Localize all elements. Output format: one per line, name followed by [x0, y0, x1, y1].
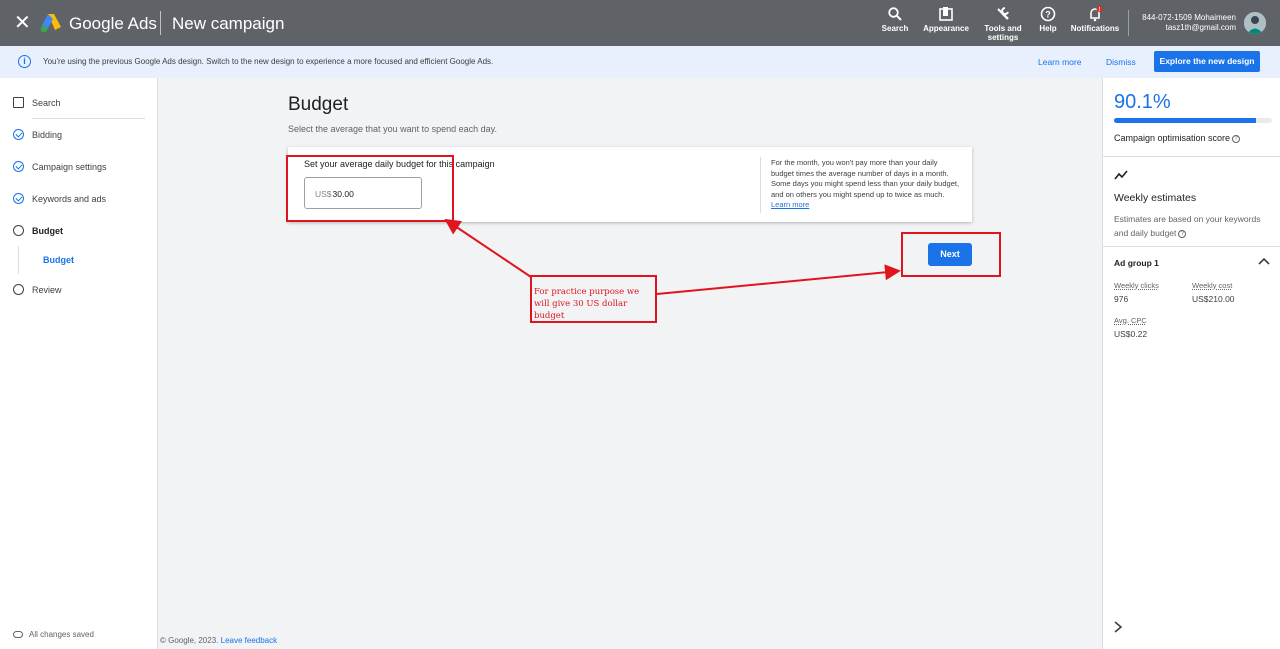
weekly-cost-value: US$210.00	[1192, 294, 1235, 304]
trend-icon	[1114, 170, 1128, 180]
close-icon[interactable]: ✕	[14, 13, 31, 33]
page-name: New campaign	[172, 14, 285, 33]
nav-item-label: Campaign settings	[32, 161, 107, 172]
nav-item-campaign-settings[interactable]: Campaign settings	[13, 161, 107, 172]
account-email: tasz1th@gmail.com	[1165, 23, 1236, 32]
account-id: 844-072-1509 Mohaimeen	[1142, 13, 1236, 22]
notifications-button[interactable]: ! Notifications	[1069, 6, 1121, 33]
help-circle-icon[interactable]: ?	[1178, 230, 1187, 238]
divider	[32, 118, 145, 119]
score-label-text: Campaign optimisation score	[1114, 133, 1231, 143]
nav-item-label: Review	[32, 284, 62, 295]
arrow-to-next	[656, 264, 901, 295]
page-subtitle: Select the average that you want to spen…	[288, 124, 497, 134]
learn-more-link[interactable]: Learn more	[1038, 57, 1081, 67]
help-label: Help	[1039, 24, 1057, 33]
weekly-estimates-title: Weekly estimates	[1114, 192, 1197, 204]
chevron-up-icon[interactable]	[1257, 256, 1271, 266]
estimates-panel: 90.1% Campaign optimisation score? Weekl…	[1102, 78, 1280, 649]
nav-item-label: Keywords and ads	[32, 193, 107, 204]
check-circle-icon	[13, 193, 24, 204]
nav-item-budget[interactable]: Budget	[13, 225, 63, 236]
cloud-icon	[13, 631, 23, 638]
google-ads-logo-icon	[40, 14, 61, 33]
check-circle-icon	[13, 161, 24, 172]
score-progress-bar	[1114, 118, 1272, 123]
top-bar: ✕ Google Ads New campaign Search Appeara…	[0, 0, 1280, 46]
arrow-to-budget	[444, 218, 532, 278]
weekly-estimates-desc: Estimates are based on your keywords and…	[1114, 212, 1264, 240]
info-icon: i	[18, 55, 31, 68]
copyright: © Google, 2023.	[160, 636, 219, 645]
budget-help-text: For the month, you won't pay more than y…	[771, 158, 961, 211]
divider	[1128, 10, 1129, 36]
save-status: All changes saved	[13, 630, 94, 639]
annotation-note: For practice purpose we will give 30 US …	[530, 275, 657, 323]
avatar[interactable]	[1244, 12, 1266, 34]
svg-text:?: ?	[1045, 10, 1051, 20]
divider	[1103, 246, 1280, 247]
score-progress-fill	[1114, 118, 1257, 123]
campaign-steps-nav: Search Bidding Campaign settings Keyword…	[0, 78, 158, 649]
brand-name: Google Ads	[69, 14, 157, 33]
divider	[18, 246, 19, 274]
chevron-right-icon[interactable]	[1111, 620, 1125, 634]
annotation-arrows	[444, 218, 901, 295]
account-info[interactable]: 844-072-1509 Mohaimeen tasz1th@gmail.com	[1142, 13, 1236, 33]
optimisation-score: 90.1%	[1114, 91, 1171, 113]
avg-cpc-value: US$0.22	[1114, 329, 1148, 339]
help-icon: ?	[1040, 6, 1056, 22]
nav-item-label: Budget	[32, 225, 63, 236]
appearance-button[interactable]: Appearance	[921, 6, 971, 33]
search-label: Search	[881, 24, 909, 33]
score-label[interactable]: Campaign optimisation score?	[1114, 133, 1241, 143]
divider	[760, 157, 761, 213]
search-icon	[888, 7, 902, 21]
nav-item-review[interactable]: Review	[13, 284, 62, 295]
design-notice-bar: i You're using the previous Google Ads d…	[0, 46, 1280, 78]
dismiss-button[interactable]: Dismiss	[1106, 57, 1136, 67]
nav-subitem-budget[interactable]: Budget	[43, 255, 74, 265]
tools-settings-label: Tools and settings	[984, 24, 1022, 42]
annotation-box-next	[901, 232, 1001, 277]
page-title: Budget	[288, 94, 349, 115]
nav-item-label: Search	[32, 97, 61, 108]
notice-message: You're using the previous Google Ads des…	[43, 57, 494, 66]
appearance-label: Appearance	[923, 24, 969, 33]
nav-item-label: Bidding	[32, 129, 63, 140]
footer: © Google, 2023. Leave feedback	[160, 636, 277, 645]
help-button[interactable]: ? Help	[1036, 6, 1060, 33]
avatar-icon	[1244, 12, 1266, 34]
learn-more-link[interactable]: Learn more	[771, 200, 809, 209]
weekly-desc-text: Estimates are based on your keywords and…	[1114, 214, 1261, 238]
annotation-box-budget	[286, 155, 454, 222]
divider	[160, 11, 161, 35]
weekly-clicks-label: Weekly clicks	[1114, 281, 1159, 290]
avg-cpc-label: Avg. CPC	[1114, 316, 1147, 325]
circle-icon	[13, 225, 24, 236]
search-type-icon	[13, 97, 24, 108]
wrench-icon	[997, 7, 1009, 20]
appearance-icon	[939, 7, 953, 21]
weekly-clicks-value: 976	[1114, 294, 1129, 304]
nav-item-search[interactable]: Search	[13, 97, 61, 108]
search-button[interactable]: Search	[880, 6, 910, 33]
leave-feedback-link[interactable]: Leave feedback	[221, 636, 278, 645]
tools-settings-button[interactable]: Tools and settings	[981, 6, 1025, 42]
budget-help-body: For the month, you won't pay more than y…	[771, 158, 960, 199]
nav-item-bidding[interactable]: Bidding	[13, 129, 62, 140]
circle-icon	[13, 284, 24, 295]
check-circle-icon	[13, 129, 24, 140]
weekly-cost-label: Weekly cost	[1192, 281, 1233, 290]
ad-group-title: Ad group 1	[1114, 258, 1159, 268]
notifications-label: Notifications	[1070, 24, 1120, 33]
nav-item-keywords-and-ads[interactable]: Keywords and ads	[13, 193, 106, 204]
divider	[1103, 156, 1280, 157]
help-circle-icon[interactable]: ?	[1232, 135, 1241, 143]
explore-new-design-button[interactable]: Explore the new design	[1154, 51, 1260, 72]
bell-icon: !	[1090, 6, 1103, 22]
save-status-text: All changes saved	[29, 630, 94, 639]
